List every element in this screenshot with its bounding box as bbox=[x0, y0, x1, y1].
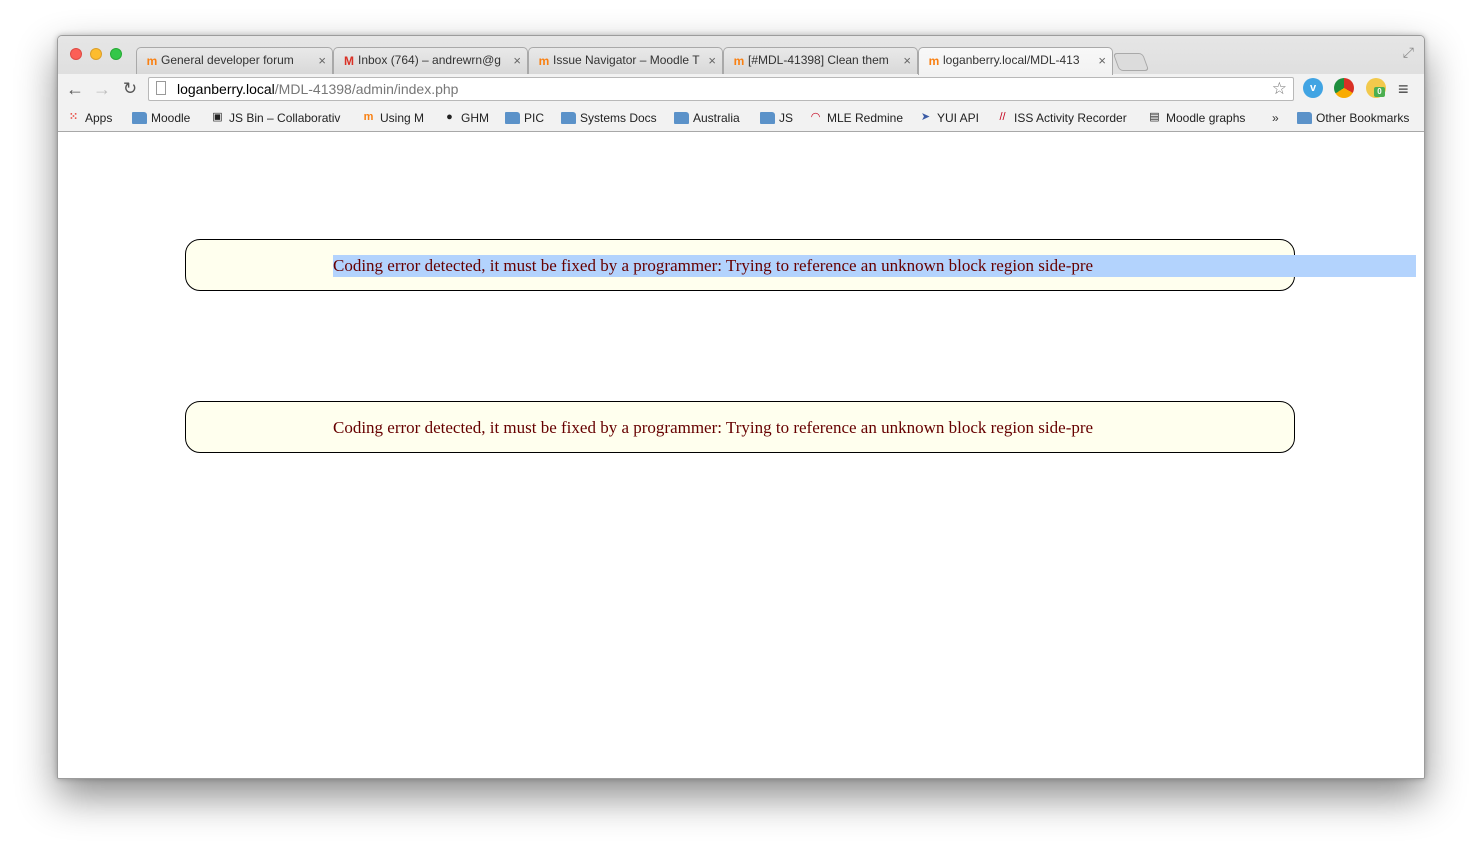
tab-title: [#MDL-41398] Clean them bbox=[748, 53, 889, 67]
browser-chrome: m General developer forum × M Inbox (764… bbox=[58, 36, 1424, 132]
url-text: loganberry.local/MDL-41398/admin/index.p… bbox=[177, 78, 458, 100]
bookmark-label: Using M bbox=[380, 111, 425, 125]
tab-inbox[interactable]: M Inbox (764) – andrewrn@g × bbox=[333, 47, 528, 74]
folder-icon bbox=[674, 112, 689, 124]
bookmark-apps[interactable]: ⁙ Apps bbox=[66, 109, 112, 127]
bookmark-iss-activity-recorder[interactable]: // ISS Activity Recorder bbox=[995, 109, 1127, 127]
bookmark-moodle-graphs[interactable]: ▤ Moodle graphs bbox=[1147, 109, 1245, 127]
medal-extension-icon[interactable]: 0 bbox=[1366, 78, 1386, 98]
tab-close-icon[interactable]: × bbox=[513, 48, 521, 73]
bookmark-other-bookmarks[interactable]: Other Bookmarks bbox=[1297, 109, 1409, 127]
bookmark-label: Australia bbox=[693, 111, 740, 125]
extension-badge: 0 bbox=[1374, 87, 1385, 97]
tab-strip: m General developer forum × M Inbox (764… bbox=[58, 36, 1424, 75]
error-message: Coding error detected, it must be fixed … bbox=[333, 256, 1094, 275]
folder-icon bbox=[132, 112, 147, 124]
bookmark-label: Moodle bbox=[151, 111, 191, 125]
munin-icon: ▤ bbox=[1149, 111, 1160, 123]
page-content: Coding error detected, it must be fixed … bbox=[58, 132, 1424, 778]
tab-title: Inbox (764) – andrewrn@g bbox=[358, 53, 501, 67]
tab-loganberry-active[interactable]: m loganberry.local/MDL-413 × bbox=[918, 47, 1113, 75]
bookmark-label: JS Bin – Collaborativ bbox=[229, 111, 341, 125]
bookmark-label: Moodle graphs bbox=[1166, 111, 1246, 125]
bookmark-jsbin[interactable]: ▣ JS Bin – Collaborativ bbox=[210, 109, 351, 127]
tab-general-developer-forum[interactable]: m General developer forum × bbox=[136, 47, 333, 74]
moodle-icon: m bbox=[928, 54, 940, 68]
bookmark-mle-redmine[interactable]: ◠ MLE Redmine bbox=[808, 109, 903, 127]
forward-arrow-icon[interactable]: → bbox=[91, 78, 113, 100]
tab-close-icon[interactable]: × bbox=[708, 48, 716, 73]
fullscreen-icon[interactable]: ⤢ bbox=[1403, 44, 1414, 61]
bookmark-label: YUI API bbox=[937, 111, 980, 125]
apps-grid-icon: ⁙ bbox=[68, 111, 79, 123]
bookmark-moodle[interactable]: Moodle bbox=[132, 109, 190, 127]
browser-toolbar: ← → ↻ loganberry.local/MDL-41398/admin/i… bbox=[58, 74, 1424, 104]
tab-title: Issue Navigator – Moodle T bbox=[553, 53, 700, 67]
yui-icon: ➤ bbox=[920, 111, 931, 123]
tab-close-icon[interactable]: × bbox=[903, 48, 911, 73]
more-bookmarks-button[interactable]: » bbox=[1272, 109, 1279, 127]
moodle-icon: m bbox=[363, 111, 374, 123]
bookmark-label: MLE Redmine bbox=[827, 111, 904, 125]
folder-icon bbox=[760, 112, 775, 124]
color-picker-extension-icon[interactable] bbox=[1334, 78, 1354, 98]
tab-issue-navigator[interactable]: m Issue Navigator – Moodle T × bbox=[528, 47, 723, 74]
jsbin-icon: ▣ bbox=[212, 111, 223, 123]
folder-icon bbox=[1297, 112, 1312, 124]
error-message: Coding error detected, it must be fixed … bbox=[333, 418, 1094, 437]
bookmark-yui-api[interactable]: ➤ YUI API bbox=[918, 109, 979, 127]
menu-icon[interactable]: ≡ bbox=[1398, 78, 1409, 100]
zoom-window-button[interactable] bbox=[110, 48, 122, 60]
reload-icon[interactable]: ↻ bbox=[119, 78, 141, 100]
bookmark-js[interactable]: JS bbox=[760, 109, 793, 127]
address-bar[interactable]: loganberry.local/MDL-41398/admin/index.p… bbox=[148, 77, 1294, 101]
bookmark-australia[interactable]: Australia bbox=[674, 109, 740, 127]
bookmark-label: JS bbox=[779, 111, 794, 125]
bookmark-ghm[interactable]: ● GHM bbox=[442, 109, 489, 127]
page-icon bbox=[156, 81, 166, 95]
github-icon: ● bbox=[446, 111, 453, 123]
tab-mdl-41398[interactable]: m [#MDL-41398] Clean them × bbox=[723, 47, 918, 74]
bookmark-label: Apps bbox=[85, 111, 113, 125]
bookmark-label: Systems Docs bbox=[580, 111, 657, 125]
tab-title: General developer forum bbox=[161, 53, 294, 67]
bookmark-pic[interactable]: PIC bbox=[505, 109, 544, 127]
tab-title: loganberry.local/MDL-413 bbox=[943, 53, 1080, 67]
bookmark-systems-docs[interactable]: Systems Docs bbox=[561, 109, 657, 127]
vimeo-extension-icon[interactable]: v bbox=[1303, 78, 1323, 98]
tab-close-icon[interactable]: × bbox=[1098, 48, 1106, 73]
minimize-window-button[interactable] bbox=[90, 48, 102, 60]
bookmark-label: GHM bbox=[461, 111, 489, 125]
new-tab-button[interactable] bbox=[1112, 53, 1150, 71]
bookmark-label: ISS Activity Recorder bbox=[1014, 111, 1127, 125]
tab-close-icon[interactable]: × bbox=[318, 48, 326, 73]
url-path: /MDL-41398/admin/index.php bbox=[274, 81, 459, 97]
bookmark-label: Other Bookmarks bbox=[1316, 111, 1410, 125]
moodle-icon: m bbox=[146, 54, 158, 68]
back-arrow-icon[interactable]: ← bbox=[64, 78, 86, 100]
iss-icon: // bbox=[999, 111, 1006, 123]
bookmark-using-m[interactable]: m Using M bbox=[361, 109, 424, 127]
folder-icon bbox=[561, 112, 576, 124]
moodle-icon: m bbox=[538, 54, 550, 68]
folder-icon bbox=[505, 112, 520, 124]
browser-window: m General developer forum × M Inbox (764… bbox=[57, 35, 1425, 779]
moodle-icon: m bbox=[733, 54, 745, 68]
close-window-button[interactable] bbox=[70, 48, 82, 60]
gmail-icon: M bbox=[344, 54, 354, 68]
bookmarks-bar: ⁙ Apps Moodle ▣ JS Bin – Collaborativ m Usi… bbox=[58, 104, 1424, 131]
bookmark-label: PIC bbox=[524, 111, 545, 125]
url-host: loganberry.local bbox=[177, 81, 275, 97]
redmine-icon: ◠ bbox=[810, 111, 821, 123]
bookmark-star-icon[interactable]: ☆ bbox=[1272, 78, 1287, 100]
